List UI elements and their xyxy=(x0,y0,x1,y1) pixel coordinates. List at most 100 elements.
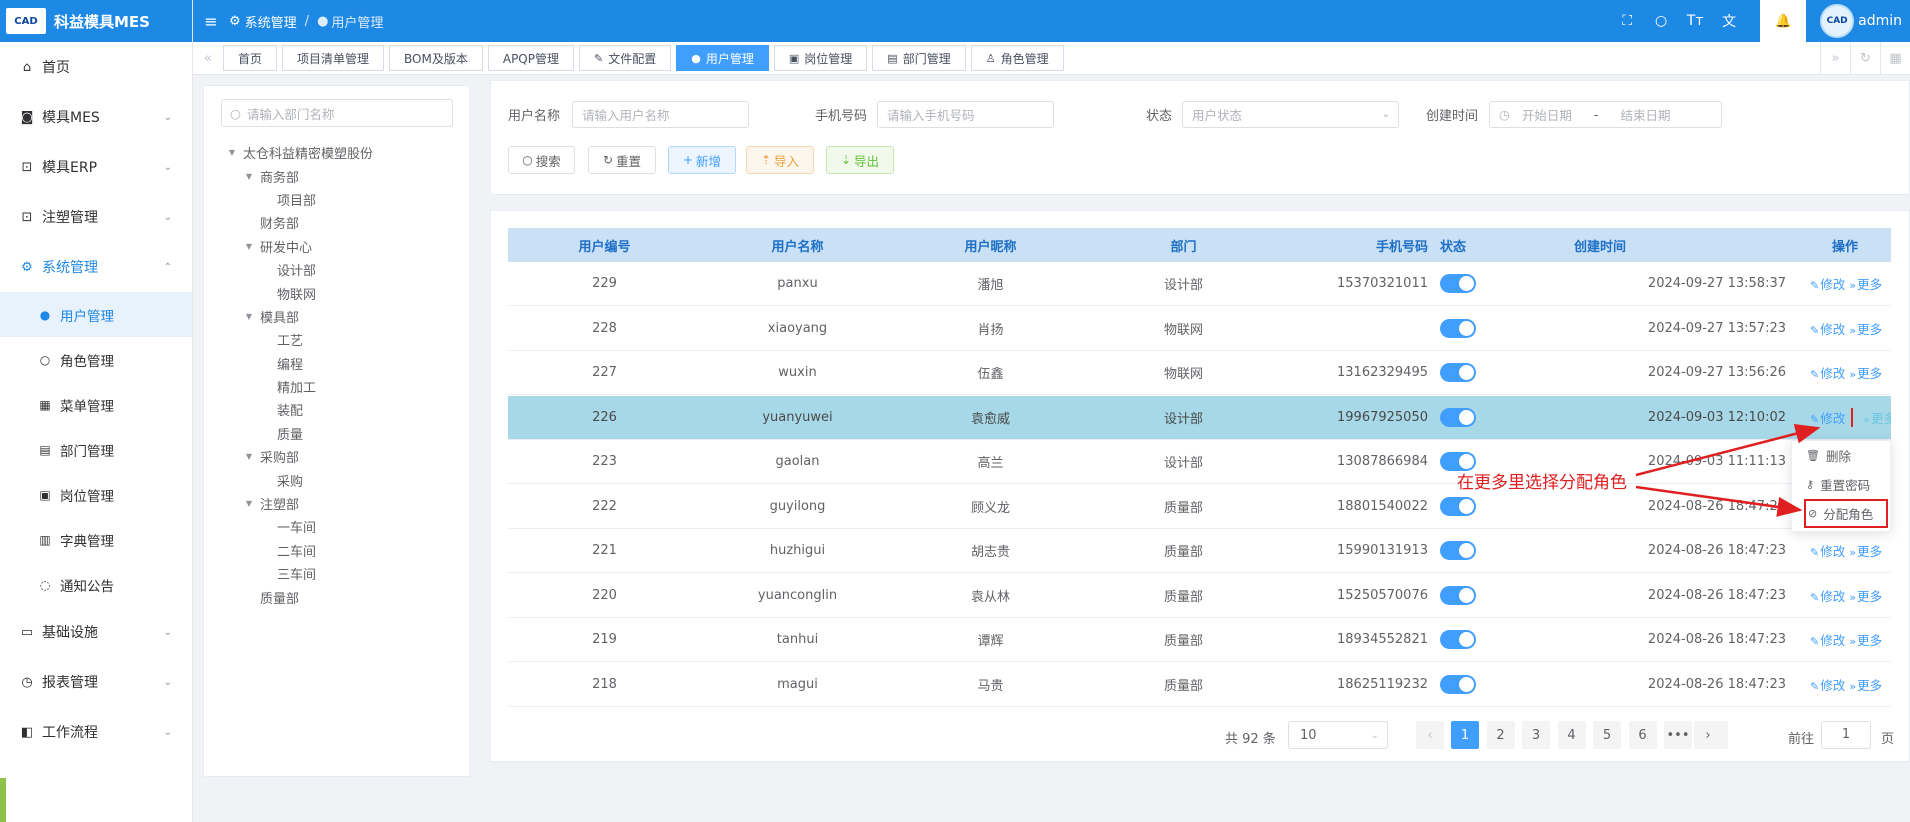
font-size-icon[interactable]: Tт xyxy=(1678,13,1712,29)
status-select[interactable]: 用户状态 ⌄ xyxy=(1182,101,1399,128)
sidebar-item-mes[interactable]: ◙ 模具MES ⌄ xyxy=(0,92,192,142)
scroll-right-icon[interactable]: » xyxy=(1820,42,1850,75)
edit-button[interactable]: ✎修改 xyxy=(1810,411,1845,426)
sidebar-subitem-user[interactable]: ● 用户管理 xyxy=(0,292,192,337)
sidebar-subitem-dict[interactable]: ▥ 字典管理 xyxy=(0,517,192,562)
tree-node[interactable]: 三车间 xyxy=(204,562,469,585)
table-row[interactable]: 229 panxu 潘旭 设计部 15370321011 2024-09-27 13:58… xyxy=(508,262,1891,307)
date-range-picker[interactable]: ◷ 开始日期 - 结束日期 xyxy=(1489,101,1722,128)
bell-icon[interactable]: 🔔 xyxy=(1760,0,1807,42)
username[interactable]: admin xyxy=(1858,13,1902,29)
caret-down-icon[interactable]: ▼ xyxy=(243,452,255,461)
add-button[interactable]: + 新增 xyxy=(668,146,736,174)
tree-node[interactable]: 财务部 xyxy=(204,211,469,234)
col-header-nickname[interactable]: 用户昵称 xyxy=(894,236,1087,255)
sidebar-subitem-post[interactable]: ▣ 岗位管理 xyxy=(0,472,192,517)
sidebar-item-injection[interactable]: ⊡ 注塑管理 ⌄ xyxy=(0,192,192,242)
status-switch[interactable] xyxy=(1440,274,1476,294)
status-switch[interactable] xyxy=(1440,630,1476,650)
page-button[interactable]: 3 xyxy=(1522,721,1550,749)
more-button[interactable]: »更多 xyxy=(1849,277,1882,292)
table-row[interactable]: 220 yuanconglin 袁从林 质量部 15250570076 2024-08-2… xyxy=(508,574,1891,618)
caret-down-icon[interactable]: ▼ xyxy=(226,148,238,157)
table-row[interactable]: 222 guyilong 顾义龙 质量部 18801540022 2024-08-26 1… xyxy=(508,485,1891,529)
table-row[interactable]: 228 xiaoyang 肖扬 物联网 2024-09-27 13:57:23 ✎修改 »… xyxy=(508,307,1891,351)
sidebar-item-erp[interactable]: ⊡ 模具ERP ⌄ xyxy=(0,142,192,192)
dept-search-input[interactable]: ○ 请输入部门名称 xyxy=(221,99,453,127)
tree-node[interactable]: 物联网 xyxy=(204,281,469,304)
page-button[interactable]: 1 xyxy=(1451,721,1479,749)
col-header-created[interactable]: 创建时间 xyxy=(1480,236,1806,255)
tree-node[interactable]: 工艺 xyxy=(204,328,469,351)
page-size-select[interactable]: 10 ⌄ xyxy=(1288,721,1388,749)
tag-file-config[interactable]: ✎ 文件配置 xyxy=(579,45,672,71)
status-switch[interactable] xyxy=(1440,318,1476,338)
status-switch[interactable] xyxy=(1440,585,1476,605)
search-icon[interactable]: ○ xyxy=(1644,13,1678,29)
more-button[interactable]: »更多 xyxy=(1849,678,1882,693)
next-page-button[interactable]: › xyxy=(1694,721,1722,749)
goto-page-input[interactable]: 1 xyxy=(1821,721,1871,749)
tag-post-management[interactable]: ▣ 岗位管理 xyxy=(773,45,868,71)
edit-button[interactable]: ✎修改 xyxy=(1810,633,1845,648)
caret-down-icon[interactable]: ▼ xyxy=(243,312,255,321)
search-button[interactable]: ○ 搜索 xyxy=(508,146,575,174)
page-button[interactable]: 5 xyxy=(1593,721,1621,749)
table-row[interactable]: 226 yuanyuwei 袁愈威 设计部 19967925050 2024-09-03 … xyxy=(508,395,1891,440)
col-header-phone[interactable]: 手机号码 xyxy=(1280,236,1440,255)
tree-node[interactable]: 装配 xyxy=(204,398,469,421)
col-header-status[interactable]: 状态 xyxy=(1440,236,1480,255)
scroll-left-icon[interactable]: « xyxy=(193,51,223,66)
col-header-id[interactable]: 用户编号 xyxy=(508,236,701,255)
tree-node[interactable]: 设计部 xyxy=(204,258,469,281)
dropdown-item-reset-password[interactable]: ⚷ 重置密码 xyxy=(1792,470,1890,499)
reset-button[interactable]: ↻ 重置 xyxy=(588,146,656,174)
tree-node[interactable]: 一车间 xyxy=(204,515,469,538)
caret-down-icon[interactable]: ▼ xyxy=(243,499,255,508)
tree-node[interactable]: ▼ 采购部 xyxy=(204,445,469,468)
sidebar-subitem-role[interactable]: ○ 角色管理 xyxy=(0,337,192,382)
page-button[interactable]: 2 xyxy=(1486,721,1515,749)
sidebar-subitem-dept[interactable]: ▤ 部门管理 xyxy=(0,427,192,472)
tree-node[interactable]: 精加工 xyxy=(204,375,469,398)
edit-button[interactable]: ✎修改 xyxy=(1810,678,1845,693)
tree-node[interactable]: ▼ 模具部 xyxy=(204,305,469,328)
tags-menu-icon[interactable]: ▦ xyxy=(1880,42,1910,75)
more-button[interactable]: »更多 xyxy=(1849,544,1882,559)
sidebar-item-workflow[interactable]: ◧ 工作流程 ⌄ xyxy=(0,707,192,757)
table-row[interactable]: 223 gaolan 高兰 设计部 13087866984 2024-09-03 11:1… xyxy=(508,440,1891,485)
sidebar-item-report[interactable]: ◷ 报表管理 ⌄ xyxy=(0,657,192,707)
tag-home[interactable]: 首页 xyxy=(223,45,278,71)
export-button[interactable]: ⇣ 导出 xyxy=(826,146,894,174)
status-switch[interactable] xyxy=(1440,407,1476,427)
avatar[interactable]: CAD xyxy=(1820,4,1855,38)
status-switch[interactable] xyxy=(1440,363,1476,383)
caret-down-icon[interactable]: ▼ xyxy=(243,172,255,181)
tag-role-management[interactable]: ♙ 角色管理 xyxy=(970,45,1064,71)
tag-bom[interactable]: BOM及版本 xyxy=(389,45,483,71)
tree-node[interactable]: 二车间 xyxy=(204,539,469,562)
tag-user-management[interactable]: ● 用户管理 xyxy=(676,45,769,71)
dropdown-item-assign-role[interactable]: ⊘ 分配角色 xyxy=(1804,499,1888,528)
translate-icon[interactable]: 文 xyxy=(1712,11,1746,31)
edit-button[interactable]: ✎修改 xyxy=(1810,277,1845,292)
more-button[interactable]: »更多 xyxy=(1849,589,1882,604)
status-switch[interactable] xyxy=(1440,496,1476,516)
page-button[interactable]: 4 xyxy=(1557,721,1586,749)
tree-node[interactable]: 编程 xyxy=(204,352,469,375)
col-header-username[interactable]: 用户名称 xyxy=(701,236,894,255)
tree-node[interactable]: ▼ 研发中心 xyxy=(204,235,469,258)
more-button[interactable]: »更多 xyxy=(1851,407,1891,427)
edit-button[interactable]: ✎修改 xyxy=(1810,322,1845,337)
tag-project-list[interactable]: 项目清单管理 xyxy=(282,45,385,71)
breadcrumb-parent[interactable]: 系统管理 xyxy=(245,12,297,31)
username-input[interactable]: 请输入用户名称 xyxy=(572,101,749,128)
table-row[interactable]: 218 magui 马贵 质量部 18625119232 2024-08-26 18:47… xyxy=(508,663,1891,707)
tag-apqp[interactable]: APQP管理 xyxy=(487,45,574,71)
more-button[interactable]: »更多 xyxy=(1849,322,1882,337)
edit-button[interactable]: ✎修改 xyxy=(1810,589,1845,604)
tag-dept-management[interactable]: ▤ 部门管理 xyxy=(872,45,966,71)
page-button[interactable]: 6 xyxy=(1628,721,1657,749)
hamburger-icon[interactable]: ≡ xyxy=(193,12,229,31)
status-switch[interactable] xyxy=(1440,674,1476,694)
